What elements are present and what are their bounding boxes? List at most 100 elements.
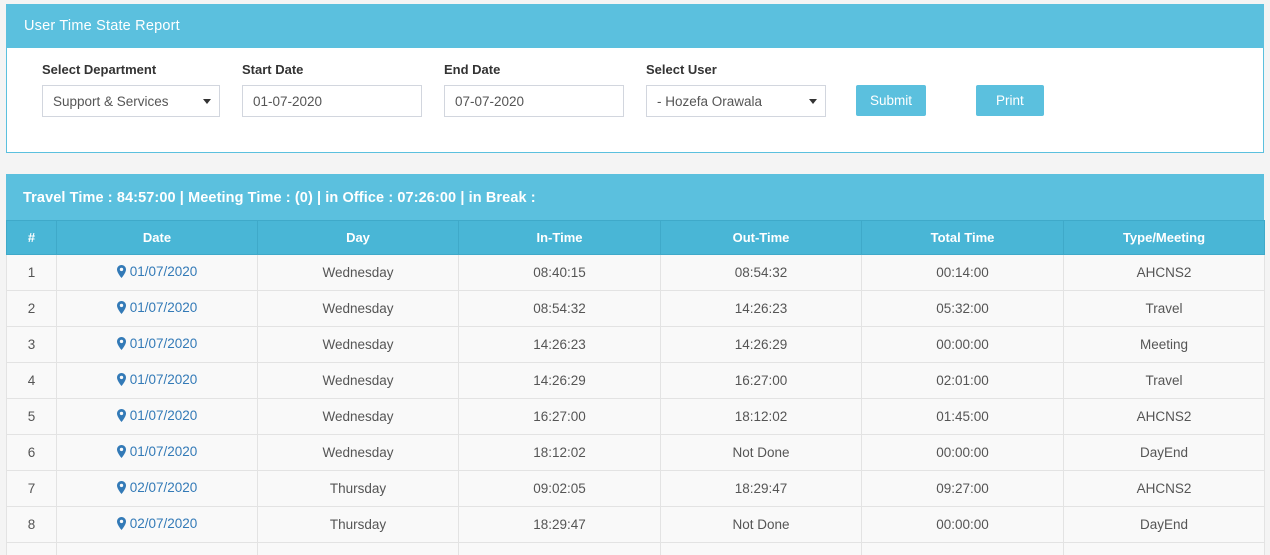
- cell-total-time: 09:27:00: [862, 471, 1064, 507]
- cell-in-time: 16:27:00: [459, 399, 661, 435]
- date-link[interactable]: 01/07/2020: [117, 444, 198, 459]
- cell-total-time: 00:14:00: [862, 255, 1064, 291]
- table-row: 401/07/2020Wednesday14:26:2916:27:0002:0…: [7, 363, 1265, 399]
- table-body: 101/07/2020Wednesday08:40:1508:54:3200:1…: [7, 255, 1265, 555]
- department-label: Select Department: [42, 62, 220, 78]
- cell-out-time: Not Done: [661, 507, 862, 543]
- cell-out-time: 14:26:29: [661, 327, 862, 363]
- summary-bar: Travel Time : 84:57:00 | Meeting Time : …: [6, 174, 1264, 220]
- start-date-input[interactable]: 01-07-2020: [242, 85, 422, 117]
- filter-form: Select Department Support & Services Sta…: [7, 48, 1263, 152]
- panel-header: User Time State Report: [7, 4, 1263, 48]
- cell-total-time: 01:45:00: [862, 399, 1064, 435]
- map-pin-icon: [117, 517, 126, 530]
- date-text: 01/07/2020: [130, 336, 198, 351]
- column-header-number[interactable]: #: [7, 221, 57, 255]
- cell-row-number: 6: [7, 435, 57, 471]
- cell-date[interactable]: 01/07/2020: [57, 399, 258, 435]
- start-date-label: Start Date: [242, 62, 422, 78]
- department-selected-value: Support & Services: [53, 94, 169, 109]
- submit-button[interactable]: Submit: [856, 85, 926, 116]
- cell-date[interactable]: 02/07/2020: [57, 507, 258, 543]
- date-link[interactable]: 01/07/2020: [117, 300, 198, 315]
- table-row: [7, 543, 1265, 555]
- cell-total-time: 05:32:00: [862, 291, 1064, 327]
- date-link[interactable]: 01/07/2020: [117, 336, 198, 351]
- table-row: 802/07/2020Thursday18:29:47Not Done00:00…: [7, 507, 1265, 543]
- date-link[interactable]: 02/07/2020: [117, 516, 198, 531]
- cell-type-meeting: Meeting: [1064, 327, 1265, 363]
- cell-day: Wednesday: [258, 255, 459, 291]
- cell-row-number: 4: [7, 363, 57, 399]
- cell-total-time: 00:00:00: [862, 435, 1064, 471]
- table-row: 702/07/2020Thursday09:02:0518:29:4709:27…: [7, 471, 1265, 507]
- cell-type-meeting: DayEnd: [1064, 507, 1265, 543]
- cell-out-time: 18:12:02: [661, 399, 862, 435]
- end-date-input[interactable]: 07-07-2020: [444, 85, 624, 117]
- cell-day: Thursday: [258, 507, 459, 543]
- cell-in-time: 18:12:02: [459, 435, 661, 471]
- cell-date[interactable]: 01/07/2020: [57, 255, 258, 291]
- cell-row-number: 7: [7, 471, 57, 507]
- date-text: 01/07/2020: [130, 300, 198, 315]
- cell-day: Wednesday: [258, 363, 459, 399]
- column-header-in-time[interactable]: In-Time: [459, 221, 661, 255]
- date-text: 01/07/2020: [130, 264, 198, 279]
- department-field-group: Select Department Support & Services: [42, 62, 220, 117]
- date-link[interactable]: 02/07/2020: [117, 480, 198, 495]
- cell-date[interactable]: 01/07/2020: [57, 327, 258, 363]
- date-link[interactable]: 01/07/2020: [117, 372, 198, 387]
- cell-row-number: [7, 543, 57, 555]
- cell-day: Thursday: [258, 471, 459, 507]
- cell-total-time: 00:00:00: [862, 507, 1064, 543]
- cell-day: [258, 543, 459, 555]
- cell-row-number: 8: [7, 507, 57, 543]
- cell-out-time: 08:54:32: [661, 255, 862, 291]
- end-date-value: 07-07-2020: [455, 94, 524, 109]
- user-select[interactable]: - Hozefa Orawala: [646, 85, 826, 117]
- date-text: 02/07/2020: [130, 480, 198, 495]
- cell-total-time: 02:01:00: [862, 363, 1064, 399]
- table-row: 2 01/07/2020 Wednesday08:54:3214:26:2305:3…: [7, 291, 1265, 327]
- table-row: 601/07/2020Wednesday18:12:02Not Done00:0…: [7, 435, 1265, 471]
- cell-date[interactable]: 01/07/2020: [57, 435, 258, 471]
- map-pin-icon: [117, 301, 126, 314]
- cell-out-time: [661, 543, 862, 555]
- cell-day: Wednesday: [258, 399, 459, 435]
- date-link[interactable]: 01/07/2020: [117, 408, 198, 423]
- cell-type-meeting: AHCNS2: [1064, 255, 1265, 291]
- department-select[interactable]: Support & Services: [42, 85, 220, 117]
- column-header-out-time[interactable]: Out-Time: [661, 221, 862, 255]
- cell-out-time: Not Done: [661, 435, 862, 471]
- column-header-day[interactable]: Day: [258, 221, 459, 255]
- date-text: 01/07/2020: [130, 408, 198, 423]
- cell-date[interactable]: 01/07/2020: [57, 363, 258, 399]
- print-button[interactable]: Print: [976, 85, 1044, 116]
- date-text: 02/07/2020: [130, 516, 198, 531]
- end-date-field-group: End Date 07-07-2020: [444, 62, 624, 117]
- filter-panel: User Time State Report Select Department…: [6, 4, 1264, 153]
- cell-total-time: [862, 543, 1064, 555]
- column-header-total[interactable]: Total Time: [862, 221, 1064, 255]
- cell-row-number: 3: [7, 327, 57, 363]
- cell-in-time: 09:02:05: [459, 471, 661, 507]
- map-pin-icon: [117, 337, 126, 350]
- summary-text: Travel Time : 84:57:00 | Meeting Time : …: [23, 190, 536, 206]
- date-link[interactable]: 01/07/2020: [117, 264, 198, 279]
- cell-date[interactable]: 01/07/2020: [57, 291, 258, 327]
- cell-in-time: 08:54:32: [459, 291, 661, 327]
- cell-row-number: 5: [7, 399, 57, 435]
- column-header-type[interactable]: Type/Meeting: [1064, 221, 1265, 255]
- cell-out-time: 14:26:23: [661, 291, 862, 327]
- report-panel: Travel Time : 84:57:00 | Meeting Time : …: [6, 174, 1264, 555]
- cell-date[interactable]: 02/07/2020: [57, 471, 258, 507]
- chevron-down-icon: [203, 99, 211, 104]
- cell-in-time: 08:40:15: [459, 255, 661, 291]
- cell-day: Wednesday: [258, 291, 459, 327]
- user-selected-value: - Hozefa Orawala: [657, 94, 762, 109]
- cell-row-number: 2: [7, 291, 57, 327]
- user-field-group: Select User - Hozefa Orawala: [646, 62, 826, 117]
- cell-type-meeting: [1064, 543, 1265, 555]
- column-header-date[interactable]: Date: [57, 221, 258, 255]
- table-row: 5 01/07/2020 Wednesday16:27:0018:12:0201:4…: [7, 399, 1265, 435]
